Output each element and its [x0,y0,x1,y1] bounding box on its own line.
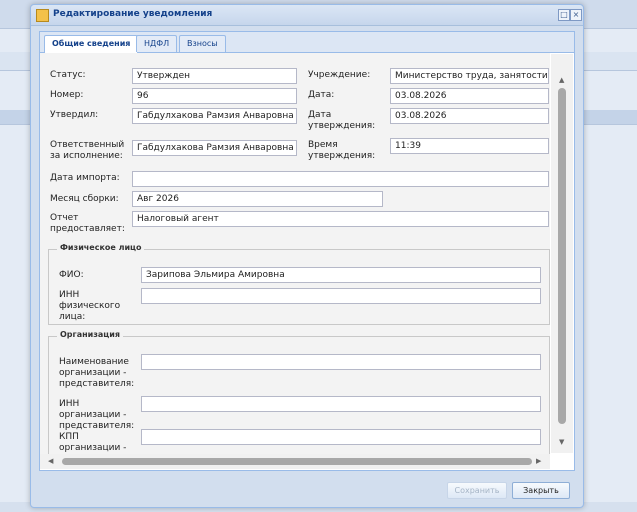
date-field[interactable]: 03.08.2026 [390,88,549,104]
org-inn-label: ИНН организации - представителя: [59,399,135,431]
approval-time-field[interactable]: 11:39 [390,138,549,154]
org-kpp-label: КПП организации - представителя: [59,432,127,453]
tab-strip: Общие сведения НДФЛ Взносы [40,32,574,53]
approval-time-label: Время утверждения: [308,140,376,161]
institution-label: Учреждение: [308,70,371,80]
general-form: Статус: Утвержден Номер: 96 Утвердил: Га… [40,53,550,454]
org-name-field[interactable] [141,354,541,370]
vertical-scroll-thumb[interactable] [558,88,566,424]
vertical-scrollbar[interactable]: ▲ ▼ [551,54,573,453]
approval-date-field[interactable]: 03.08.2026 [390,108,549,124]
fio-label: ФИО: [59,270,84,280]
status-label: Статус: [50,70,86,80]
person-inn-field[interactable] [141,288,541,304]
approved-by-field[interactable]: Габдулхакова Рамзия Анваровна [132,108,297,124]
scroll-right-icon[interactable]: ▶ [536,457,541,465]
tab-contributions[interactable]: Взносы [179,35,226,52]
import-date-field[interactable] [132,171,549,187]
notification-icon [36,9,49,22]
month-label: Месяц сборки: [50,194,119,204]
report-field[interactable]: Налоговый агент [132,211,549,227]
org-kpp-field[interactable] [141,429,541,445]
org-fieldset: Организация Наименование организации - п… [48,330,550,454]
dialog-title: Редактирование уведомления [53,9,213,19]
org-name-label: Наименование организации - представителя… [59,357,135,389]
dialog-body: Общие сведения НДФЛ Взносы Статус: Утвер… [39,31,575,471]
number-field[interactable]: 96 [132,88,297,104]
responsible-field[interactable]: Габдулхакова Рамзия Анваровна [132,140,297,156]
approved-by-label: Утвердил: [50,110,99,120]
person-legend: Физическое лицо [57,243,145,252]
report-label: Отчет предоставляет: [50,213,125,234]
org-legend: Организация [57,330,123,339]
month-field[interactable]: Авг 2026 [132,191,383,207]
person-fieldset: Физическое лицо ФИО: Зарипова Эльмира Ам… [48,243,550,325]
horizontal-scrollbar[interactable]: ◀ ▶ [40,454,550,469]
save-button[interactable]: Сохранить [447,482,507,499]
dialog-titlebar[interactable]: Редактирование уведомления □ × [31,5,583,26]
close-icon[interactable]: × [570,9,582,21]
approval-date-label: Дата утверждения: [308,110,376,131]
scroll-down-icon[interactable]: ▼ [559,438,564,446]
status-field[interactable]: Утвержден [132,68,297,84]
responsible-label: Ответственный за исполнение: [50,140,125,161]
edit-notification-dialog: Редактирование уведомления □ × Общие све… [30,4,584,508]
date-label: Дата: [308,90,335,100]
maximize-icon[interactable]: □ [558,9,570,21]
tab-ndfl[interactable]: НДФЛ [136,35,178,52]
institution-field[interactable]: Министерство труда, занятости и с [390,68,549,84]
import-date-label: Дата импорта: [50,173,120,183]
person-inn-label: ИНН физического лица: [59,290,121,322]
fio-field[interactable]: Зарипова Эльмира Амировна [141,267,541,283]
org-inn-field[interactable] [141,396,541,412]
close-button[interactable]: Закрыть [512,482,570,499]
tab-general[interactable]: Общие сведения [44,35,139,53]
scroll-left-icon[interactable]: ◀ [48,457,53,465]
number-label: Номер: [50,90,84,100]
horizontal-scroll-thumb[interactable] [62,458,532,465]
scroll-up-icon[interactable]: ▲ [559,76,564,84]
